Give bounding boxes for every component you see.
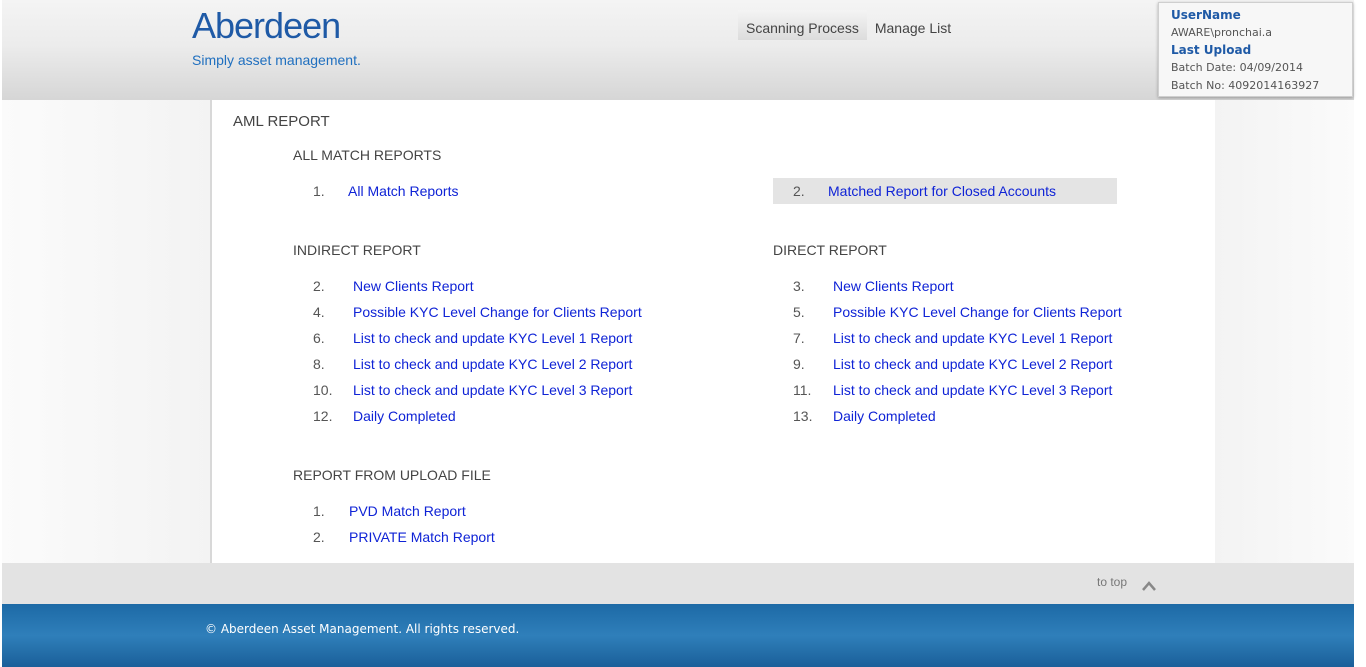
nav-manage-list[interactable]: Manage List bbox=[867, 10, 959, 40]
item-number: 3. bbox=[793, 278, 805, 294]
section-indirect-title: INDIRECT REPORT bbox=[293, 242, 421, 258]
link-direct-kyc-change[interactable]: Possible KYC Level Change for Clients Re… bbox=[833, 299, 1122, 325]
left-gutter bbox=[2, 100, 210, 563]
nav-scanning-process[interactable]: Scanning Process bbox=[738, 10, 867, 40]
list-item: 7. List to check and update KYC Level 1 … bbox=[793, 325, 1112, 351]
link-direct-kyc-level3[interactable]: List to check and update KYC Level 3 Rep… bbox=[833, 377, 1112, 403]
list-item: 5. Possible KYC Level Change for Clients… bbox=[793, 299, 1122, 325]
list-item: 2. New Clients Report bbox=[313, 273, 474, 299]
copyright-text: © Aberdeen Asset Management. All rights … bbox=[205, 622, 520, 636]
link-all-match-reports[interactable]: All Match Reports bbox=[348, 178, 458, 204]
list-item: 8. List to check and update KYC Level 2 … bbox=[313, 351, 632, 377]
list-item: 3. New Clients Report bbox=[793, 273, 954, 299]
item-number: 2. bbox=[313, 529, 325, 545]
link-matched-closed-accounts[interactable]: Matched Report for Closed Accounts bbox=[828, 178, 1056, 204]
item-number: 9. bbox=[793, 356, 805, 372]
batch-number: Batch No: 4092014163927 bbox=[1171, 79, 1320, 92]
list-item-highlighted: 2. Matched Report for Closed Accounts bbox=[773, 178, 1117, 204]
section-upload-title: REPORT FROM UPLOAD FILE bbox=[293, 467, 491, 483]
item-number: 5. bbox=[793, 304, 805, 320]
item-number: 4. bbox=[313, 304, 325, 320]
list-item: 1. All Match Reports bbox=[313, 178, 458, 204]
list-item: 4. Possible KYC Level Change for Clients… bbox=[313, 299, 642, 325]
last-upload-label: Last Upload bbox=[1171, 43, 1252, 57]
link-direct-kyc-level2[interactable]: List to check and update KYC Level 2 Rep… bbox=[833, 351, 1112, 377]
link-indirect-daily-completed[interactable]: Daily Completed bbox=[353, 403, 456, 429]
link-private-match-report[interactable]: PRIVATE Match Report bbox=[349, 524, 495, 550]
item-number: 13. bbox=[793, 408, 813, 424]
list-item: 1. PVD Match Report bbox=[313, 498, 466, 524]
chevron-up-icon[interactable] bbox=[1142, 578, 1156, 591]
link-direct-kyc-level1[interactable]: List to check and update KYC Level 1 Rep… bbox=[833, 325, 1112, 351]
top-nav: Scanning Process Manage List bbox=[738, 10, 959, 40]
logo-tagline: Simply asset management. bbox=[192, 52, 361, 68]
link-indirect-kyc-level1[interactable]: List to check and update KYC Level 1 Rep… bbox=[353, 325, 632, 351]
item-number: 8. bbox=[313, 356, 325, 372]
username-value: AWARE\pronchai.a bbox=[1171, 26, 1273, 39]
link-indirect-kyc-level3[interactable]: List to check and update KYC Level 3 Rep… bbox=[353, 377, 632, 403]
aberdeen-logo[interactable]: Aberdeen Simply asset management. bbox=[192, 6, 392, 76]
item-number: 2. bbox=[793, 183, 805, 199]
list-item: 2. PRIVATE Match Report bbox=[313, 524, 495, 550]
logo-wordmark: Aberdeen bbox=[192, 5, 341, 46]
link-pvd-match-report[interactable]: PVD Match Report bbox=[349, 498, 466, 524]
section-all-match-title: ALL MATCH REPORTS bbox=[293, 147, 442, 163]
to-top-link[interactable]: to top bbox=[1097, 575, 1127, 589]
link-indirect-kyc-change[interactable]: Possible KYC Level Change for Clients Re… bbox=[353, 299, 642, 325]
site-header: Aberdeen Simply asset management. Scanni… bbox=[2, 0, 1354, 100]
username-label: UserName bbox=[1171, 8, 1241, 22]
batch-date: Batch Date: 04/09/2014 bbox=[1171, 61, 1304, 74]
link-direct-new-clients[interactable]: New Clients Report bbox=[833, 273, 954, 299]
item-number: 1. bbox=[313, 183, 325, 199]
item-number: 1. bbox=[313, 503, 325, 519]
link-direct-daily-completed[interactable]: Daily Completed bbox=[833, 403, 936, 429]
item-number: 7. bbox=[793, 330, 805, 346]
item-number: 6. bbox=[313, 330, 325, 346]
list-item: 12. Daily Completed bbox=[313, 403, 456, 429]
user-info-panel: UserName AWARE\pronchai.a Last Upload Ba… bbox=[1158, 2, 1353, 97]
item-number: 10. bbox=[313, 382, 333, 398]
list-item: 6. List to check and update KYC Level 1 … bbox=[313, 325, 632, 351]
link-indirect-new-clients[interactable]: New Clients Report bbox=[353, 273, 474, 299]
item-number: 12. bbox=[313, 408, 333, 424]
item-number: 2. bbox=[313, 278, 325, 294]
page-title: AML REPORT bbox=[233, 113, 330, 130]
section-direct-title: DIRECT REPORT bbox=[773, 242, 887, 258]
link-indirect-kyc-level2[interactable]: List to check and update KYC Level 2 Rep… bbox=[353, 351, 632, 377]
list-item: 13. Daily Completed bbox=[793, 403, 936, 429]
right-gutter bbox=[1215, 100, 1354, 563]
list-item: 9. List to check and update KYC Level 2 … bbox=[793, 351, 1112, 377]
list-item: 11. List to check and update KYC Level 3… bbox=[793, 377, 1112, 403]
list-item: 10. List to check and update KYC Level 3… bbox=[313, 377, 632, 403]
item-number: 11. bbox=[793, 382, 812, 398]
